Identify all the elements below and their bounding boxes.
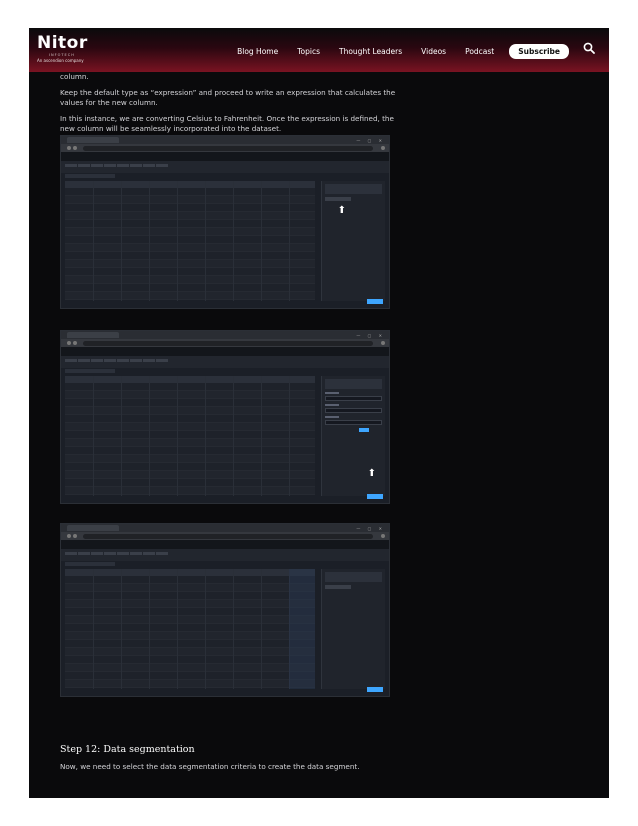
nav-blog-home[interactable]: Blog Home: [237, 47, 278, 56]
new-derived-column: [289, 569, 315, 689]
druid-app-header: [61, 152, 389, 161]
filter-bar: [61, 173, 389, 179]
data-grid: [65, 376, 315, 496]
logo-tagline: An ascendion company: [37, 58, 84, 63]
browser-tab-bar: — ▢ ✕: [61, 136, 389, 144]
article-body: column. Keep the default type as “expres…: [60, 72, 405, 135]
paragraph-conversion: In this instance, we are converting Cels…: [60, 113, 394, 134]
arrow-annotation: ⬆: [367, 468, 376, 479]
section-heading: Step 12: Data segmentation: [60, 744, 195, 755]
add-column-button: [325, 197, 351, 201]
search-icon[interactable]: [583, 42, 595, 54]
subscribe-button[interactable]: Subscribe: [509, 44, 569, 59]
browser-url-bar: [61, 339, 389, 347]
window-controls: — ▢ ✕: [356, 137, 385, 143]
browser-tab: [67, 332, 119, 338]
browser-url-bar: [61, 144, 389, 152]
browser-tab-bar: — ▢ ✕: [61, 524, 389, 532]
add-column-button: [325, 585, 351, 589]
side-panel: [321, 569, 385, 689]
browser-tab-bar: — ▢ ✕: [61, 331, 389, 339]
url-field: [83, 340, 373, 346]
browser-tab: [67, 137, 119, 143]
top-navigation-bar: Nitor INFOTECH An ascendion company Blog…: [29, 28, 609, 72]
data-grid: [65, 569, 315, 689]
profile-dot: [381, 341, 385, 345]
main-menu: Blog Home Topics Thought Leaders Videos …: [218, 44, 569, 59]
next-button: [367, 494, 383, 499]
apply-button: [359, 428, 369, 432]
side-panel: [321, 181, 385, 301]
paragraph-expression: Keep the default type as “expression” an…: [60, 87, 396, 108]
nav-topics[interactable]: Topics: [297, 47, 320, 56]
expression-field: [325, 420, 382, 425]
url-field: [83, 533, 373, 539]
screenshot-derived-column-step1: — ▢ ✕ ⬆: [60, 135, 390, 309]
section-paragraph: Now, we need to select the data segmenta…: [60, 762, 360, 771]
druid-app-header: [61, 347, 389, 356]
wizard-steps: [61, 161, 389, 173]
screenshot-derived-column-step2: — ▢ ✕ ⬆: [60, 330, 390, 504]
nav-dot: [67, 146, 71, 150]
profile-dot: [381, 146, 385, 150]
logo-wordmark: Nitor: [37, 33, 88, 53]
nitor-logo[interactable]: Nitor INFOTECH An ascendion company: [37, 33, 88, 64]
blog-page: Nitor INFOTECH An ascendion company Blog…: [29, 28, 609, 798]
next-button: [367, 687, 383, 692]
wizard-steps: [61, 549, 389, 561]
browser-tab: [67, 525, 119, 531]
nav-dot: [73, 341, 77, 345]
browser-url-bar: [61, 532, 389, 540]
next-button: [367, 299, 383, 304]
nav-dot: [67, 341, 71, 345]
nav-dot: [73, 146, 77, 150]
url-field: [83, 145, 373, 151]
logo-subtitle: INFOTECH: [49, 53, 75, 57]
filter-bar: [61, 368, 389, 374]
nav-videos[interactable]: Videos: [421, 47, 446, 56]
profile-dot: [381, 534, 385, 538]
filter-bar: [61, 561, 389, 567]
nav-dot: [73, 534, 77, 538]
paragraph-column: column.: [60, 72, 89, 81]
window-controls: — ▢ ✕: [356, 332, 385, 338]
name-field: [325, 396, 382, 401]
data-grid: [65, 181, 315, 301]
nav-thought-leaders[interactable]: Thought Leaders: [339, 47, 402, 56]
arrow-annotation: ⬆: [337, 205, 346, 216]
nav-podcast[interactable]: Podcast: [465, 47, 494, 56]
screenshot-derived-column-result: — ▢ ✕: [60, 523, 390, 697]
wizard-steps: [61, 356, 389, 368]
window-controls: — ▢ ✕: [356, 525, 385, 531]
nav-dot: [67, 534, 71, 538]
type-field: [325, 408, 382, 413]
druid-app-header: [61, 540, 389, 549]
